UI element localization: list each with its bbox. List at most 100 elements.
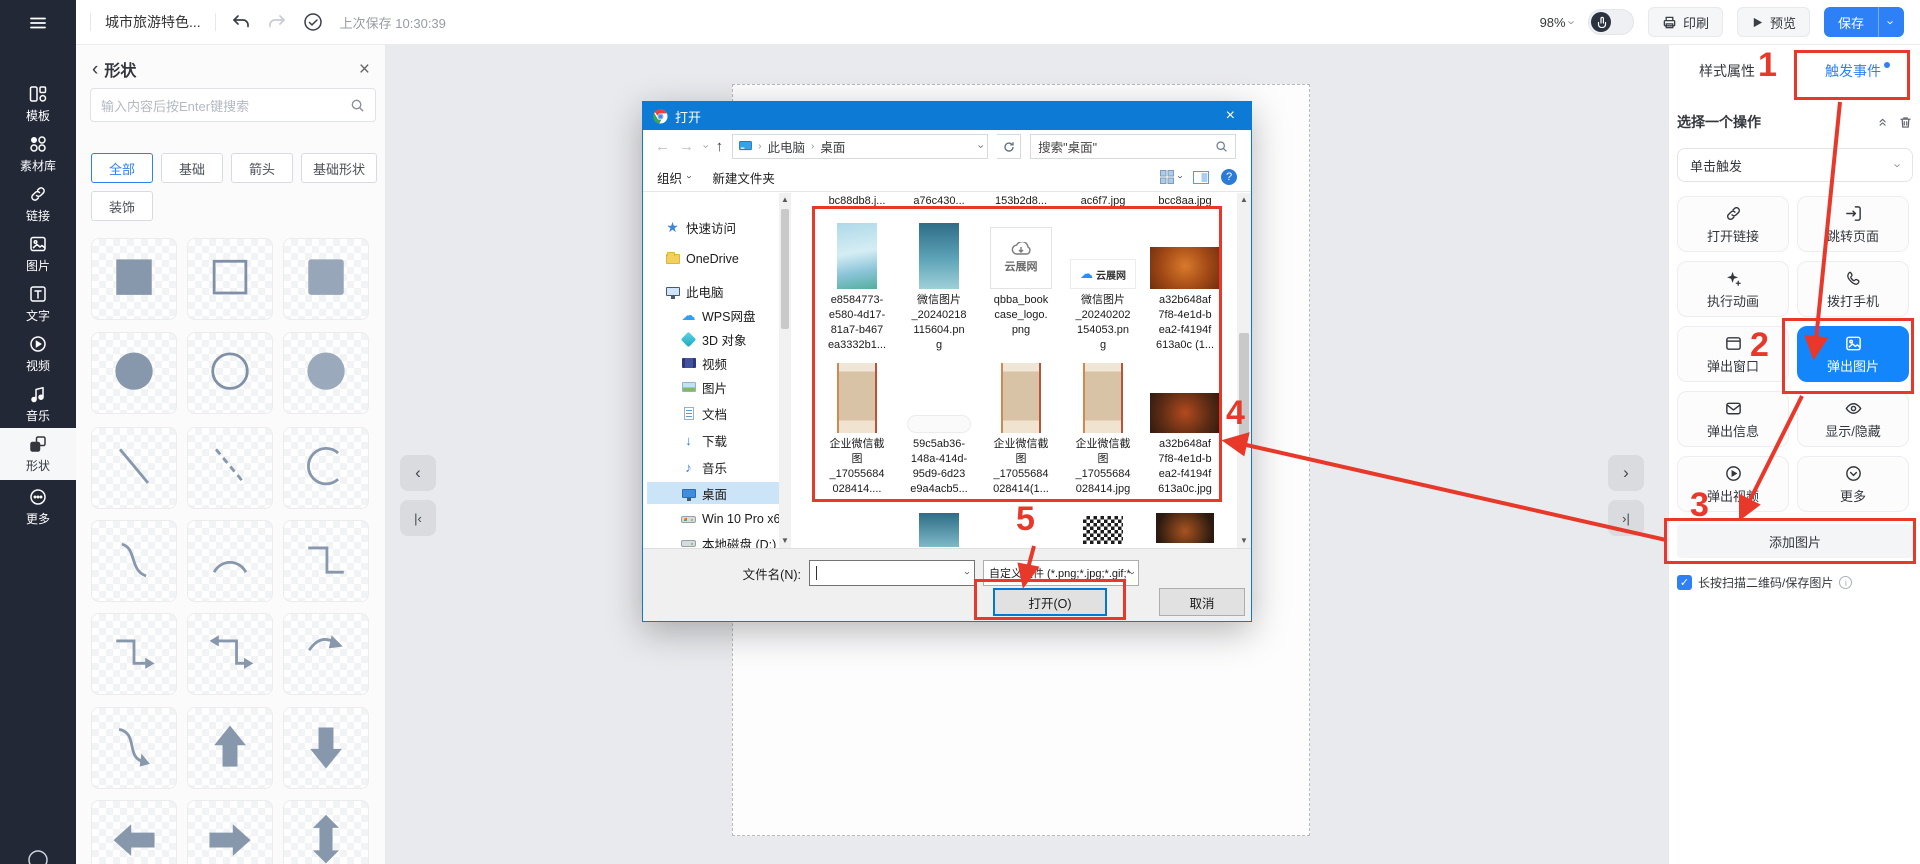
shape-item[interactable] [91,613,177,695]
action-open-link[interactable]: 打开链接 [1677,196,1789,252]
print-button[interactable]: 印刷 [1648,7,1723,37]
action-show-hide[interactable]: 显示/隐藏 [1797,391,1909,447]
tab-decoration[interactable]: 装饰 [91,191,153,221]
sidebar-quick-access[interactable]: ★快速访问 [647,216,779,238]
last-page-button[interactable]: ›| [1608,500,1644,536]
sidebar-downloads[interactable]: ↓下载 [647,429,779,451]
dialog-titlebar[interactable]: 打开 × [643,102,1251,130]
save-button[interactable]: 保存› [1824,7,1904,37]
file-item[interactable]: e8584773- e580-4d17- 81a7-b467 ea3332b1.… [817,217,897,353]
help-icon[interactable] [26,848,50,864]
nav-forward-icon[interactable]: → [679,138,694,155]
shape-item[interactable] [91,238,177,320]
sidebar-wps-cloud[interactable]: ☁WPS网盘 [647,304,779,326]
shape-item[interactable] [187,238,273,320]
address-breadcrumb[interactable]: › 此电脑 › 桌面 › [732,134,988,159]
file-item[interactable]: ☁云展网微信图片 _20240202 154053.pn g [1063,217,1143,353]
sidebar-scrollbar[interactable]: ▲▼ [779,193,791,548]
shape-item[interactable] [283,800,369,864]
file-name[interactable]: bc88db8.j... [817,195,897,207]
action-jump-page[interactable]: 跳转页面 [1797,196,1909,252]
sidebar-item-text[interactable]: 文字 [0,278,76,330]
dialog-search-input[interactable]: 搜索"桌面" [1030,134,1236,159]
document-title[interactable]: 城市旅游特色... [105,12,201,32]
breadcrumb-device[interactable]: 此电脑 [768,137,806,156]
file-item[interactable]: 企业微信截 图 _17055684 028414.... [817,361,897,497]
save-dropdown[interactable]: › [1878,7,1904,37]
file-name[interactable]: a76c430... [899,195,979,207]
file-item[interactable]: a32b648af 7f8-4e1d-b ea2-f4194f 613a0c.j… [1145,361,1225,497]
action-more[interactable]: 更多 [1797,456,1909,512]
file-item[interactable]: 59c5ab36- 148a-414d- 95d9-6d23 e9a4acb5.… [899,361,979,497]
collapse-icon[interactable]: » [1874,118,1889,126]
file-item[interactable]: 企业微信截 图 _17055684 028414.jpg [1063,361,1143,497]
scrollbar-thumb[interactable] [781,209,789,329]
shape-item[interactable] [283,613,369,695]
info-icon[interactable]: i [1839,576,1852,589]
shape-item[interactable] [91,800,177,864]
file-item[interactable]: 企业微信截 图 _17055684 028414(1... [981,361,1061,497]
next-page-button[interactable]: › [1608,455,1644,491]
nav-back-icon[interactable]: ← [655,138,670,155]
tab-all[interactable]: 全部 [91,153,153,183]
action-popup-image[interactable]: 弹出图片 [1797,326,1909,382]
file-item[interactable] [899,513,979,547]
tab-basic[interactable]: 基础 [161,153,223,183]
sidebar-item-video[interactable]: 视频 [0,328,76,380]
delete-icon[interactable] [1898,115,1913,130]
file-name[interactable]: bcc8aa.jpg [1145,195,1225,207]
checkbox-long-press[interactable]: ✓ [1677,575,1692,590]
sidebar-item-link[interactable]: 链接 [0,178,76,230]
sidebar-item-music[interactable]: 音乐 [0,378,76,430]
redo-icon[interactable] [266,11,288,33]
shape-item[interactable] [187,332,273,414]
dialog-close-icon[interactable]: × [1220,108,1241,124]
action-run-animation[interactable]: 执行动画 [1677,261,1789,317]
shape-item[interactable] [187,707,273,789]
shape-item[interactable] [283,707,369,789]
nav-up-icon[interactable]: ↑ [716,138,724,155]
file-item[interactable] [1063,513,1143,547]
shape-item[interactable] [187,520,273,602]
breadcrumb-folder[interactable]: 桌面 [820,137,845,156]
shape-item[interactable] [91,427,177,509]
file-item[interactable] [1145,513,1225,543]
prev-page-button[interactable]: ‹ [400,455,436,491]
shape-item[interactable] [91,332,177,414]
zoom-level-dropdown[interactable]: 98%› [1540,15,1574,30]
tab-style-properties[interactable]: 样式属性 [1699,61,1755,81]
help-icon[interactable]: ? [1221,169,1237,185]
shape-item[interactable] [187,427,273,509]
shape-item[interactable] [91,520,177,602]
sidebar-3d-objects[interactable]: 3D 对象 [647,328,779,350]
sidebar-videos[interactable]: 视频 [647,352,779,374]
file-list-scrollbar[interactable]: ▲▼ [1237,193,1251,548]
filename-input[interactable]: › [809,560,975,586]
file-item[interactable]: a32b648af 7f8-4e1d-b ea2-f4194f 613a0c (… [1145,217,1225,353]
sidebar-onedrive[interactable]: OneDrive [647,248,779,270]
sidebar-item-template[interactable]: 模板 [0,78,76,130]
shape-item[interactable] [283,332,369,414]
organize-menu[interactable]: 组织› [657,168,690,187]
sidebar-item-shapes[interactable]: 形状 [0,428,76,480]
shape-item[interactable] [283,238,369,320]
hamburger-menu[interactable] [0,0,76,45]
shape-item[interactable] [187,800,273,864]
back-icon[interactable]: ‹ [92,60,98,79]
shape-item[interactable] [187,613,273,695]
preview-pane-icon[interactable] [1193,171,1209,184]
file-item[interactable]: 云展网qbba_book case_logo. png [981,217,1061,338]
sidebar-documents[interactable]: 文档 [647,402,779,424]
sidebar-pictures[interactable]: 图片 [647,376,779,398]
action-popup-message[interactable]: 弹出信息 [1677,391,1789,447]
tab-trigger-events[interactable]: 触发事件 [1825,61,1890,81]
file-name[interactable]: ac6f7.jpg [1063,195,1143,207]
sidebar-item-image[interactable]: 图片 [0,228,76,280]
cancel-button[interactable]: 取消 [1159,588,1245,616]
sidebar-item-more[interactable]: 更多 [0,481,76,533]
nav-history-icon[interactable]: › [699,145,710,149]
scrollbar-thumb[interactable] [1239,333,1249,437]
close-icon[interactable]: × [359,60,370,79]
add-image-button[interactable]: 添加图片 [1677,524,1913,558]
tab-basic-shapes[interactable]: 基础形状 [301,153,377,183]
